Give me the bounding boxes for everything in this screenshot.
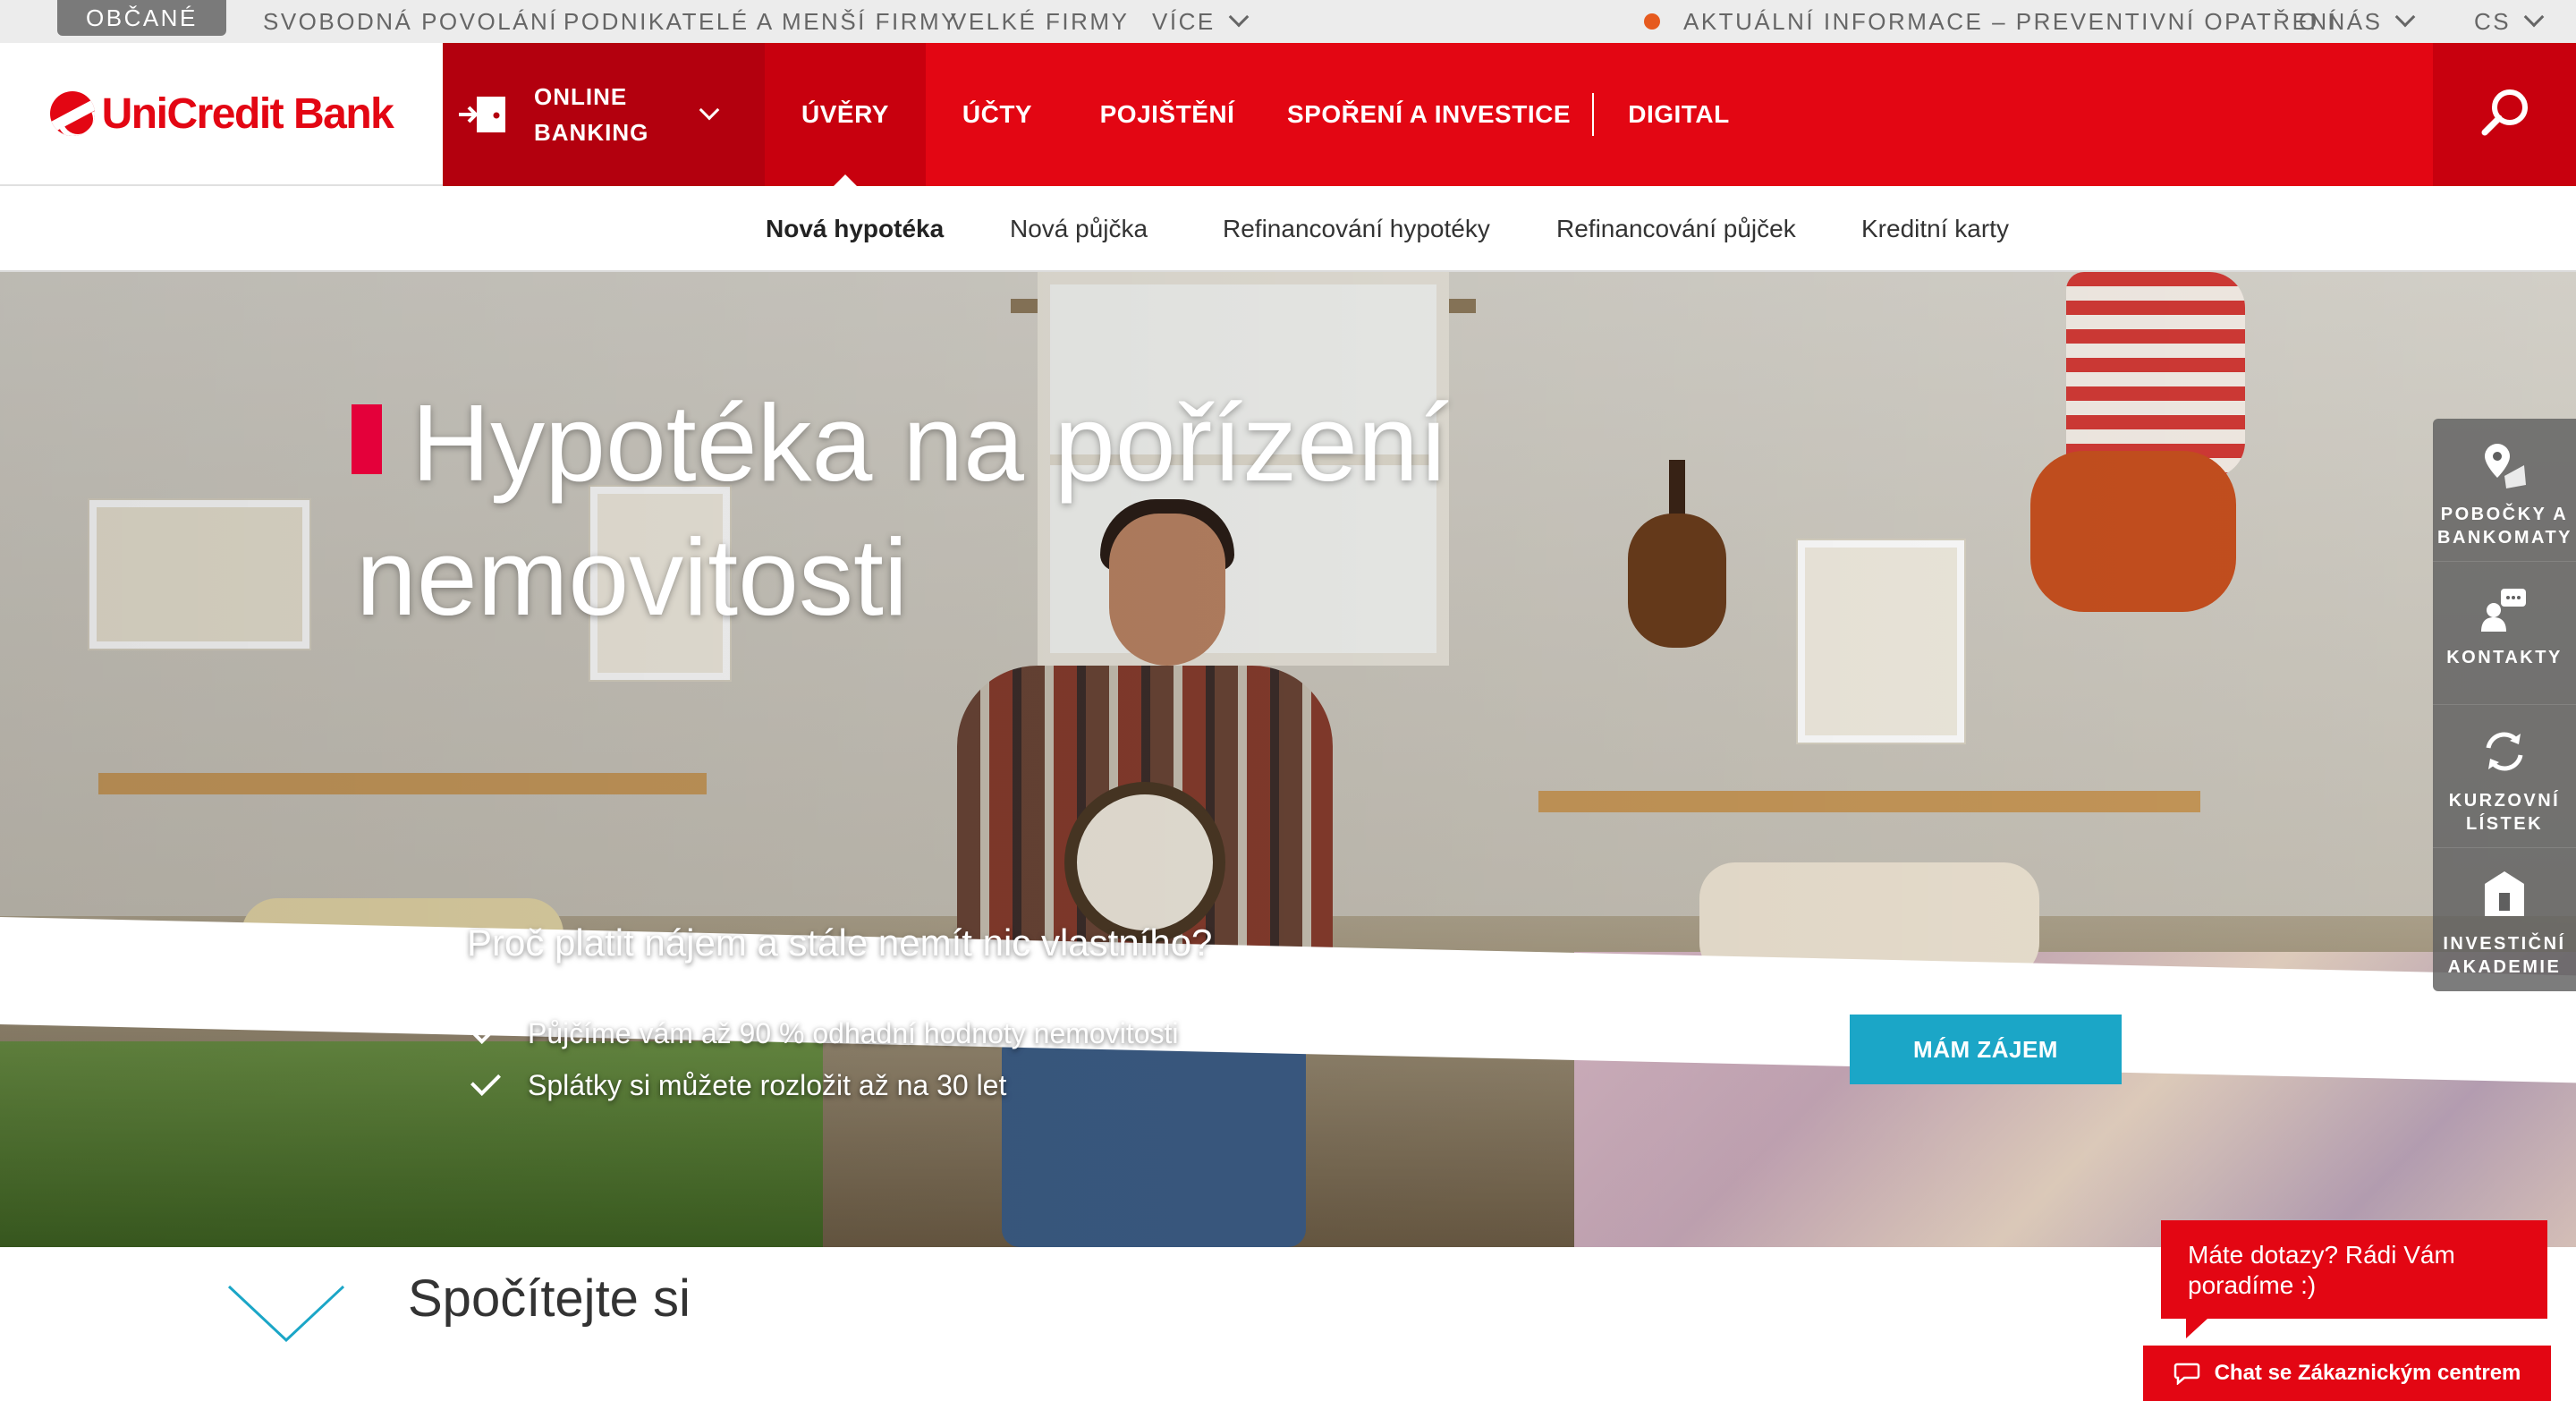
chevron-down-icon [2395, 6, 2416, 28]
benefit-item: Splátky si můžete rozložit až na 30 let [470, 1059, 1179, 1111]
quick-links-sidebar: POBOČKY A BANKOMATY KONTAKTY KURZOVNÍ LÍ… [2433, 419, 2576, 991]
nav-digital[interactable]: DIGITAL [1596, 43, 1762, 186]
subnav-kreditni-karty[interactable]: Kreditní karty [1861, 186, 2009, 272]
language-label: CS [2474, 7, 2512, 35]
contacts-icon [2481, 589, 2526, 632]
alert-dot-icon [1644, 13, 1660, 30]
search-icon [2481, 89, 2528, 136]
chat-button[interactable]: Chat se Zákaznickým centrem [2143, 1346, 2551, 1401]
segment-velke-firmy[interactable]: VELKÉ FIRMY [951, 0, 1129, 43]
sidebar-item-label: INVESTIČNÍ AKADEMIE [2443, 934, 2566, 977]
logo-text: UniCredit Bank [101, 89, 394, 138]
nav-ucty[interactable]: ÚČTY [926, 43, 1069, 186]
nav-sporeni-a-investice[interactable]: SPOŘENÍ A INVESTICE [1266, 43, 1592, 186]
about-dropdown[interactable]: O NÁS [2299, 0, 2416, 43]
scroll-down-chevron-icon[interactable] [227, 1285, 345, 1342]
sidebar-item-academy[interactable]: INVESTIČNÍ AKADEMIE [2433, 848, 2576, 991]
online-banking-label: ONLINE BANKING [534, 79, 668, 150]
info-link-label: AKTUÁLNÍ INFORMACE – PREVENTIVNÍ OPATŘEN… [1683, 7, 2338, 35]
section-title: Spočítejte si [408, 1269, 691, 1328]
online-banking-button[interactable]: ONLINE BANKING [443, 43, 765, 186]
sidebar-item-label: POBOČKY A BANKOMATY [2437, 505, 2573, 548]
check-icon [470, 1066, 501, 1096]
chevron-down-icon [2523, 6, 2545, 28]
sidebar-item-exchange-rates[interactable]: KURZOVNÍ LÍSTEK [2433, 705, 2576, 848]
online-banking-line2: BANKING [534, 119, 649, 146]
top-utility-bar: OBČANÉ SVOBODNÁ POVOLÁNÍ PODNIKATELÉ A M… [0, 0, 2576, 43]
sidebar-item-branches[interactable]: POBOČKY A BANKOMATY [2433, 419, 2576, 562]
sub-navigation: Nová hypotéka Nová půjčka Refinancování … [0, 186, 2576, 272]
subnav-nova-hypoteka[interactable]: Nová hypotéka [766, 186, 944, 272]
chat-button-label: Chat se Zákaznickým centrem [2214, 1361, 2521, 1385]
sidebar-item-contacts[interactable]: KONTAKTY [2433, 562, 2576, 705]
chevron-down-icon [1228, 6, 1250, 28]
chat-icon [2174, 1363, 2199, 1385]
about-label: O NÁS [2299, 7, 2383, 35]
nav-pojisteni[interactable]: POJIŠTĚNÍ [1069, 43, 1266, 186]
benefit-item: Půjčíme vám až 90 % odhadní hodnoty nemo… [470, 1007, 1179, 1059]
hero-subtitle: Proč platit nájem a stále nemít nic vlas… [467, 921, 1213, 964]
nav-uvery[interactable]: ÚVĚRY [765, 43, 926, 186]
sidebar-item-label: KONTAKTY [2446, 648, 2563, 667]
logo-link[interactable]: UniCredit Bank [0, 43, 443, 186]
segment-svobodna-povolani[interactable]: SVOBODNÁ POVOLÁNÍ [263, 0, 558, 43]
map-pin-icon [2485, 444, 2526, 488]
segment-vice[interactable]: VÍCE [1152, 0, 1250, 43]
subnav-refinancovani-pujcek[interactable]: Refinancování půjček [1556, 186, 1796, 272]
segment-podnikatele[interactable]: PODNIKATELÉ A MENŠÍ FIRMY [564, 0, 959, 43]
search-button[interactable] [2433, 43, 2576, 186]
main-navigation: UniCredit Bank ONLINE BANKING ÚVĚRY ÚČTY… [0, 43, 2576, 186]
benefit-text: Splátky si můžete rozložit až na 30 let [528, 1068, 1007, 1101]
benefit-text: Půjčíme vám až 90 % odhadní hodnoty nemo… [528, 1016, 1179, 1049]
academy-icon [2485, 871, 2524, 916]
check-icon [470, 1014, 501, 1044]
chat-prompt-bubble[interactable]: Máte dotazy? Rádi Vám poradíme :) [2161, 1220, 2547, 1338]
sidebar-item-label: KURZOVNÍ LÍSTEK [2448, 791, 2561, 834]
info-link[interactable]: AKTUÁLNÍ INFORMACE – PREVENTIVNÍ OPATŘEN… [1644, 0, 2337, 43]
exchange-icon [2486, 732, 2523, 771]
interest-button[interactable]: MÁM ZÁJEM [1850, 1015, 2122, 1084]
subnav-refinancovani-hypoteky[interactable]: Refinancování hypotéky [1223, 186, 1490, 272]
segment-obcane[interactable]: OBČANÉ [57, 0, 226, 36]
unicredit-logo-icon [49, 91, 95, 136]
hero-title: Hypotéka na pořízení nemovitosti [356, 382, 1449, 638]
login-door-icon [457, 95, 507, 134]
hero-benefits-list: Půjčíme vám až 90 % odhadní hodnoty nemo… [470, 1007, 1179, 1111]
online-banking-line1: ONLINE [534, 83, 628, 110]
language-dropdown[interactable]: CS [2474, 0, 2545, 43]
segment-vice-label: VÍCE [1152, 7, 1216, 35]
nav-separator [1592, 93, 1594, 136]
chevron-down-icon [699, 99, 720, 121]
subnav-nova-pujcka[interactable]: Nová půjčka [1010, 186, 1148, 272]
